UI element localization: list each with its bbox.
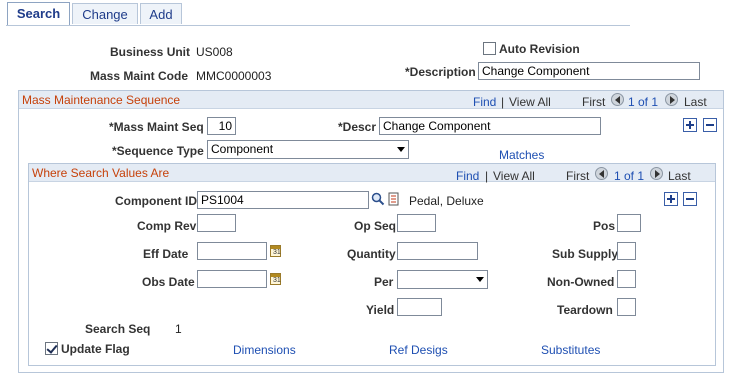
- obs-date-field[interactable]: [197, 270, 267, 288]
- sequence-count: 1 of 1: [628, 95, 659, 109]
- search-seq-label: Search Seq: [85, 322, 151, 336]
- quantity-field[interactable]: [397, 242, 478, 260]
- where-last-label: Last: [668, 169, 691, 183]
- quantity-label: Quantity: [347, 247, 396, 261]
- comp-rev-label: Comp Rev: [137, 219, 197, 233]
- matches-link[interactable]: Matches: [499, 148, 544, 162]
- dimensions-link[interactable]: Dimensions: [233, 343, 296, 357]
- sequence-view-all[interactable]: View All: [509, 95, 551, 109]
- component-description: Pedal, Deluxe: [409, 194, 484, 208]
- mass-maint-code-value: MMC0000003: [196, 69, 272, 83]
- tab-add[interactable]: Add: [140, 3, 182, 24]
- where-view-all[interactable]: View All: [493, 169, 535, 183]
- calendar-icon[interactable]: 31: [270, 273, 281, 285]
- teardown-label: Teardown: [557, 303, 613, 317]
- search-seq-value: 1: [175, 322, 182, 336]
- comp-rev-field[interactable]: [197, 214, 236, 232]
- chevron-down-icon: [476, 277, 484, 282]
- mass-maint-code-label: Mass Maint Code: [90, 69, 189, 83]
- where-prev-icon[interactable]: [595, 167, 608, 180]
- auto-revision-checkbox[interactable]: [483, 42, 496, 55]
- sequence-type-value: Component: [211, 142, 274, 156]
- where-nav-sep: |: [485, 169, 489, 183]
- sequence-last-label: Last: [684, 95, 707, 109]
- per-select[interactable]: [397, 270, 488, 289]
- where-title: Where Search Values Are: [32, 166, 170, 180]
- descr-label: *Descr: [338, 120, 377, 134]
- where-next-icon[interactable]: [650, 167, 663, 180]
- tab-search[interactable]: Search: [7, 2, 70, 25]
- non-owned-field[interactable]: [617, 270, 636, 288]
- yield-label: Yield: [366, 303, 395, 317]
- yield-field[interactable]: [397, 298, 442, 316]
- sequence-find-link[interactable]: Find: [473, 95, 496, 109]
- sequence-nav-sep: |: [501, 95, 505, 109]
- calendar-icon[interactable]: 31: [270, 245, 281, 257]
- description-label: *Description: [405, 65, 476, 79]
- delete-search-value-icon[interactable]: [683, 192, 697, 206]
- op-seq-label: Op Seq: [354, 219, 397, 233]
- description-field[interactable]: Change Component: [478, 62, 700, 80]
- component-id-field[interactable]: PS1004: [197, 191, 369, 209]
- sequence-prev-icon[interactable]: [611, 93, 624, 106]
- per-label: Per: [374, 275, 394, 289]
- tab-change[interactable]: Change: [72, 3, 138, 24]
- ref-desigs-link[interactable]: Ref Desigs: [389, 343, 448, 357]
- obs-date-label: Obs Date: [142, 275, 195, 289]
- teardown-field[interactable]: [617, 298, 636, 316]
- update-flag-label: Update Flag: [61, 342, 130, 356]
- descr-field[interactable]: Change Component: [379, 117, 601, 135]
- where-count: 1 of 1: [614, 169, 645, 183]
- non-owned-label: Non-Owned: [547, 275, 615, 289]
- sequence-next-icon[interactable]: [665, 93, 678, 106]
- pos-field[interactable]: [617, 214, 641, 232]
- eff-date-label: Eff Date: [143, 247, 189, 261]
- sub-supply-field[interactable]: [617, 242, 636, 260]
- delete-sequence-icon[interactable]: [703, 118, 717, 132]
- mass-maint-seq-label: *Mass Maint Seq: [109, 120, 204, 134]
- component-id-label: Component ID: [115, 194, 197, 208]
- business-unit-label: Business Unit: [110, 45, 191, 59]
- sequence-title: Mass Maintenance Sequence: [22, 93, 181, 107]
- add-sequence-icon[interactable]: [683, 118, 697, 132]
- sub-supply-label: Sub Supply: [552, 247, 618, 261]
- sequence-type-label: *Sequence Type: [112, 144, 204, 158]
- where-first-label: First: [566, 169, 590, 183]
- where-find-link[interactable]: Find: [456, 169, 479, 183]
- auto-revision-label: Auto Revision: [499, 42, 580, 56]
- sequence-first-label: First: [582, 95, 606, 109]
- checkmark-icon: [46, 342, 58, 354]
- search-icon[interactable]: [371, 192, 385, 206]
- substitutes-link[interactable]: Substitutes: [541, 343, 600, 357]
- pos-label: Pos: [593, 219, 616, 233]
- op-seq-field[interactable]: [397, 214, 436, 232]
- update-flag-checkbox[interactable]: [45, 342, 58, 355]
- detail-lookup-icon[interactable]: [388, 192, 400, 206]
- eff-date-field[interactable]: [197, 242, 267, 260]
- chevron-down-icon: [397, 147, 405, 152]
- mass-maint-seq-field[interactable]: 10: [207, 117, 236, 135]
- business-unit-value: US008: [196, 45, 233, 59]
- add-search-value-icon[interactable]: [664, 192, 678, 206]
- sequence-type-select[interactable]: Component: [207, 140, 409, 159]
